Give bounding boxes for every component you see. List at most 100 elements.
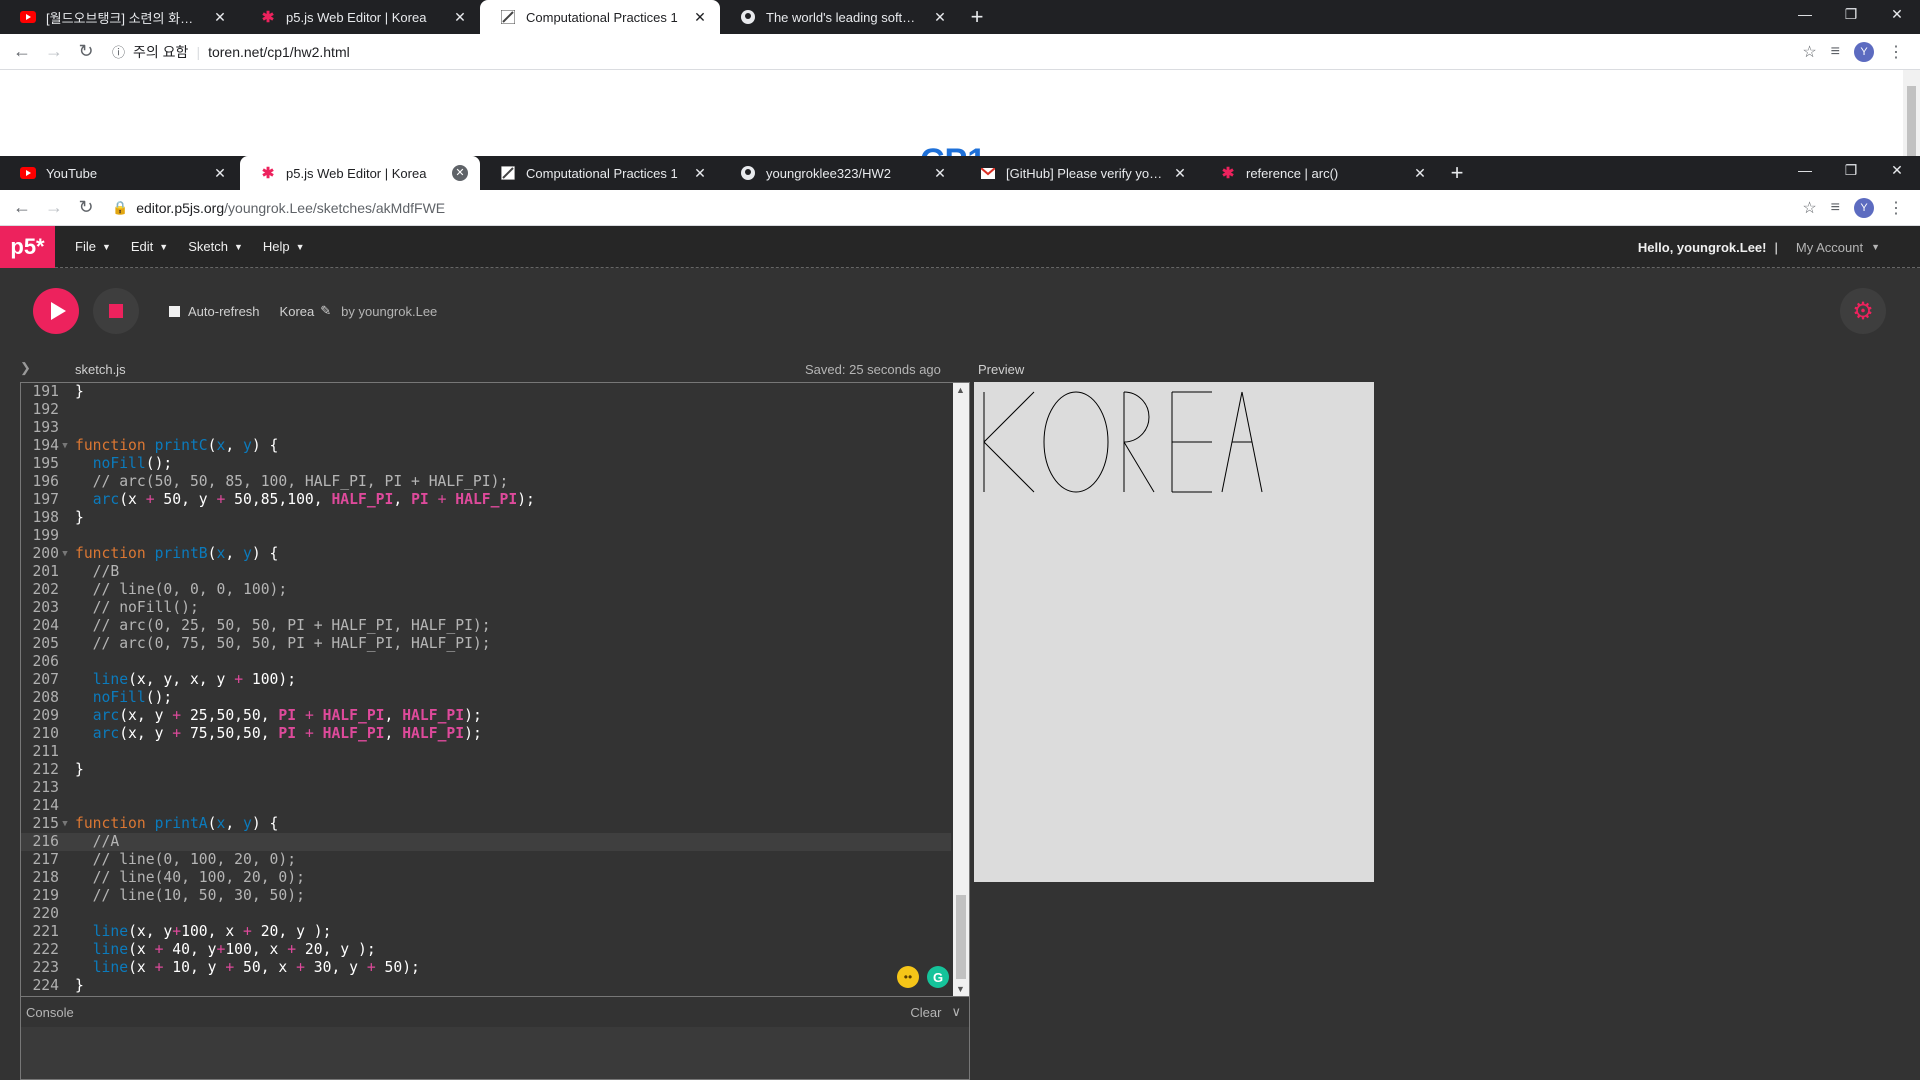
close-tab-icon[interactable]: ✕ — [452, 9, 468, 26]
code-line[interactable]: 214 — [21, 797, 951, 815]
code-line[interactable]: 211 — [21, 743, 951, 761]
close-tab-icon[interactable]: ✕ — [692, 9, 708, 26]
code-line[interactable]: 202 // line(0, 0, 0, 100); — [21, 581, 951, 599]
bookmark-star-icon[interactable]: ☆ — [1802, 198, 1816, 218]
code-line[interactable]: 210 arc(x, y + 75,50,50, PI + HALF_PI, H… — [21, 725, 951, 743]
emoji-face-icon[interactable]: •• — [897, 966, 919, 988]
minimize-icon[interactable]: — — [1782, 156, 1828, 186]
menu-item-file[interactable]: File ▼ — [65, 239, 121, 254]
code-line[interactable]: 200 ▼ function printB(x, y) { — [21, 545, 951, 563]
reload-icon[interactable]: ↻ — [72, 38, 100, 66]
media-control-icon[interactable]: ≡ — [1831, 199, 1840, 217]
fold-arrow-icon[interactable]: ▼ — [59, 815, 71, 833]
file-name[interactable]: sketch.js — [75, 362, 126, 377]
chevron-right-icon[interactable]: ❯ — [20, 360, 31, 376]
code-line[interactable]: 195 noFill(); — [21, 455, 951, 473]
code-line[interactable]: 217 // line(0, 100, 20, 0); — [21, 851, 951, 869]
grammarly-icon[interactable]: G — [927, 966, 949, 988]
p5-logo[interactable]: p5* — [0, 225, 55, 268]
close-tab-icon[interactable]: ✕ — [932, 9, 948, 26]
avatar[interactable]: Y — [1854, 41, 1874, 62]
code-line[interactable]: 209 arc(x, y + 25,50,50, PI + HALF_PI, H… — [21, 707, 951, 725]
inner-tab-2[interactable]: Computational Practices 1 ✕ — [480, 156, 720, 190]
auto-refresh-checkbox[interactable] — [169, 305, 180, 317]
editor-scrollbar[interactable]: ▲ ▼ — [953, 383, 969, 996]
code-line[interactable]: 222 line(x + 40, y+100, x + 20, y ); — [21, 941, 951, 959]
code-line[interactable]: 224} — [21, 977, 951, 995]
code-line[interactable]: 193 — [21, 419, 951, 437]
close-window-icon[interactable]: ✕ — [1874, 0, 1920, 30]
close-tab-icon[interactable]: ✕ — [692, 165, 708, 182]
code-line[interactable]: 207 line(x, y, x, y + 100); — [21, 671, 951, 689]
settings-button[interactable]: ⚙ — [1840, 288, 1886, 334]
restore-icon[interactable]: ❐ — [1828, 156, 1874, 186]
sketch-name[interactable]: Korea — [280, 304, 315, 319]
outer-tab-2[interactable]: Computational Practices 1 ✕ — [480, 0, 720, 34]
close-tab-icon[interactable]: ✕ — [1172, 165, 1188, 182]
fold-arrow-icon[interactable]: ▼ — [59, 545, 71, 563]
more-menu-icon[interactable]: ⋮ — [1888, 42, 1904, 62]
restore-icon[interactable]: ❐ — [1828, 0, 1874, 30]
minimize-icon[interactable]: — — [1782, 0, 1828, 30]
stop-button[interactable] — [93, 288, 139, 334]
code-editor[interactable]: 191} 192 193 194 ▼ function printC(x, y) {195… — [20, 382, 970, 996]
code-line[interactable]: 196 // arc(50, 50, 85, 100, HALF_PI, PI … — [21, 473, 951, 491]
close-tab-icon[interactable]: ✕ — [932, 165, 948, 182]
close-tab-icon[interactable]: ✕ — [452, 165, 468, 181]
inner-tab-5[interactable]: ✱ reference | arc() ✕ — [1200, 156, 1440, 190]
code-line[interactable]: 220 — [21, 905, 951, 923]
code-line[interactable]: 218 // line(40, 100, 20, 0); — [21, 869, 951, 887]
back-icon[interactable]: ← — [8, 194, 36, 222]
code-line[interactable]: 221 line(x, y+100, x + 20, y ); — [21, 923, 951, 941]
menu-item-sketch[interactable]: Sketch ▼ — [178, 239, 253, 254]
menu-item-help[interactable]: Help ▼ — [253, 239, 315, 254]
media-control-icon[interactable]: ≡ — [1831, 43, 1840, 61]
preview-canvas[interactable] — [974, 382, 1374, 882]
close-tab-icon[interactable]: ✕ — [212, 9, 228, 26]
code-line[interactable]: 204 // arc(0, 25, 50, 50, PI + HALF_PI, … — [21, 617, 951, 635]
fold-arrow-icon[interactable]: ▼ — [59, 437, 71, 455]
inner-address-bar[interactable]: 🔒 editor.p5js.org/youngrok.Lee/sketches/… — [104, 194, 1798, 222]
menu-item-edit[interactable]: Edit ▼ — [121, 239, 178, 254]
close-tab-icon[interactable]: ✕ — [1412, 165, 1428, 182]
pencil-icon[interactable]: ✎ — [320, 303, 331, 319]
console-clear-button[interactable]: Clear — [910, 1005, 941, 1020]
reload-icon[interactable]: ↻ — [72, 194, 100, 222]
code-line[interactable]: 212} — [21, 761, 951, 779]
outer-tab-1[interactable]: ✱ p5.js Web Editor | Korea ✕ — [240, 0, 480, 34]
code-line[interactable]: 191} — [21, 383, 951, 401]
inner-tab-3[interactable]: youngroklee323/HW2 ✕ — [720, 156, 960, 190]
code-line[interactable]: 215 ▼ function printA(x, y) { — [21, 815, 951, 833]
outer-tab-3[interactable]: The world's leading software de ✕ — [720, 0, 960, 34]
close-tab-icon[interactable]: ✕ — [212, 165, 228, 182]
play-button[interactable] — [33, 288, 79, 334]
outer-tab-0[interactable]: [월드오브탱크] 소련의 화력+장갑 ✕ — [0, 0, 240, 34]
new-tab-icon[interactable]: + — [960, 0, 994, 34]
auto-refresh-toggle[interactable]: Auto-refresh — [169, 304, 260, 319]
close-window-icon[interactable]: ✕ — [1874, 156, 1920, 186]
code-line[interactable]: 197 arc(x + 50, y + 50,85,100, HALF_PI, … — [21, 491, 951, 509]
scroll-up-icon[interactable]: ▲ — [956, 385, 965, 395]
inner-tab-0[interactable]: YouTube ✕ — [0, 156, 240, 190]
forward-icon[interactable]: → — [40, 194, 68, 222]
code-line[interactable]: 203 // noFill(); — [21, 599, 951, 617]
more-menu-icon[interactable]: ⋮ — [1888, 198, 1904, 218]
avatar[interactable]: Y — [1854, 197, 1874, 218]
scroll-down-icon[interactable]: ▼ — [956, 984, 965, 994]
code-line[interactable]: 219 // line(10, 50, 30, 50); — [21, 887, 951, 905]
bookmark-star-icon[interactable]: ☆ — [1802, 42, 1816, 62]
code-line[interactable]: 192 — [21, 401, 951, 419]
new-tab-icon[interactable]: + — [1440, 156, 1474, 190]
code-line[interactable]: 213 — [21, 779, 951, 797]
code-line[interactable]: 208 noFill(); — [21, 689, 951, 707]
forward-icon[interactable]: → — [40, 38, 68, 66]
code-line[interactable]: 194 ▼ function printC(x, y) { — [21, 437, 951, 455]
code-line[interactable]: 201 //B — [21, 563, 951, 581]
outer-scrollbar[interactable] — [1903, 70, 1920, 156]
code-line[interactable]: 223 line(x + 10, y + 50, x + 30, y + 50)… — [21, 959, 951, 977]
inner-tab-4[interactable]: [GitHub] Please verify your devi ✕ — [960, 156, 1200, 190]
outer-address-bar[interactable]: ⓘ 주의 요함 | toren.net/cp1/hw2.html — [104, 38, 1798, 66]
code-line[interactable]: 216 //A — [21, 833, 951, 851]
inner-tab-1[interactable]: ✱ p5.js Web Editor | Korea ✕ — [240, 156, 480, 190]
code-line[interactable]: 198} — [21, 509, 951, 527]
